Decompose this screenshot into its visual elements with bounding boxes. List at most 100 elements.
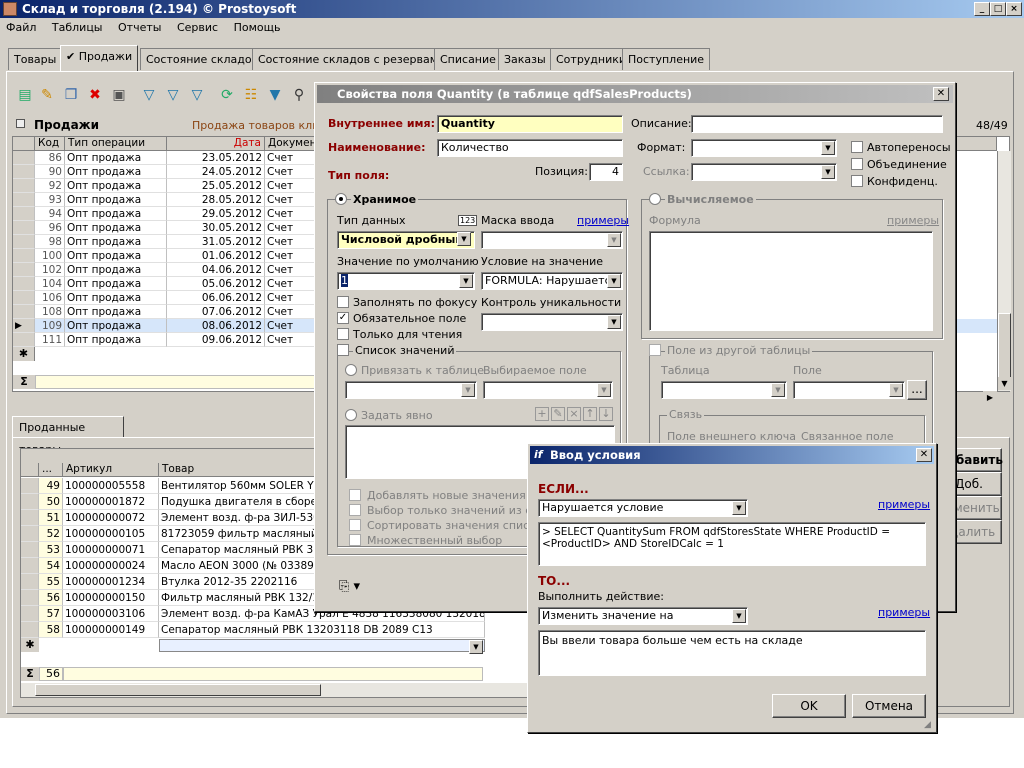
message-textarea[interactable]: Вы ввели товара больше чем есть на склад…: [538, 630, 926, 676]
cell-date[interactable]: 01.06.2012: [167, 249, 265, 263]
cell-date[interactable]: 07.06.2012: [167, 305, 265, 319]
cell-date[interactable]: 05.06.2012: [167, 277, 265, 291]
cell-article[interactable]: 100000003106: [63, 606, 159, 622]
cell-article[interactable]: 100000000150: [63, 590, 159, 606]
bind-table-select[interactable]: ▼: [345, 381, 477, 399]
move-down-icon[interactable]: ↓: [599, 407, 613, 421]
if-examples-link[interactable]: примеры: [878, 498, 930, 511]
col-article[interactable]: Артикул: [63, 463, 159, 477]
chevron-down-icon[interactable]: ▼: [821, 141, 835, 155]
cell-document[interactable]: Счет: [265, 249, 315, 263]
computed-radio[interactable]: [649, 193, 661, 205]
clipboard-menu-icon[interactable]: ⎘ ▾: [339, 579, 360, 594]
chevron-down-icon[interactable]: ▼: [469, 640, 483, 654]
cell-code[interactable]: 100: [35, 249, 65, 263]
cell-n[interactable]: 52: [39, 526, 63, 542]
stored-radio[interactable]: [335, 193, 347, 205]
cell-n[interactable]: 51: [39, 510, 63, 526]
funnel-icon[interactable]: ▼: [266, 86, 284, 104]
input-mask-select[interactable]: ▼: [481, 231, 623, 249]
print-icon[interactable]: ▣: [110, 86, 128, 104]
cell-code[interactable]: 94: [35, 207, 65, 221]
required-checkbox[interactable]: ✓: [337, 312, 349, 324]
cell-document[interactable]: Счет: [265, 263, 315, 277]
sql-condition-textarea[interactable]: > SELECT QuantitySum FROM qdfStoresState…: [538, 522, 926, 566]
cell-article[interactable]: 100000000071: [63, 542, 159, 558]
cell-operation-type[interactable]: Опт продажа: [65, 179, 167, 193]
cell-code[interactable]: 86: [35, 151, 65, 165]
cell-date[interactable]: 04.06.2012: [167, 263, 265, 277]
link-select[interactable]: ▼: [691, 163, 837, 181]
cell-code[interactable]: 93: [35, 193, 65, 207]
minimize-button[interactable]: _: [974, 2, 990, 16]
internal-name-field[interactable]: Quantity: [437, 115, 623, 133]
add-item-icon[interactable]: +: [535, 407, 549, 421]
cell-operation-type[interactable]: Опт продажа: [65, 193, 167, 207]
auto-wrap-checkbox[interactable]: [851, 141, 863, 153]
close-window-button[interactable]: ×: [1006, 2, 1022, 16]
cell-code[interactable]: 98: [35, 235, 65, 249]
tab-employees[interactable]: Сотрудники: [550, 48, 633, 70]
col-document[interactable]: Докумен: [265, 137, 315, 151]
cell-operation-type[interactable]: Опт продажа: [65, 207, 167, 221]
chevron-down-icon[interactable]: ▼: [607, 274, 621, 288]
col-code[interactable]: Код: [35, 137, 65, 151]
sold-hscrollbar[interactable]: [21, 683, 541, 697]
cell-code[interactable]: 96: [35, 221, 65, 235]
sold-scroll-thumb[interactable]: [35, 684, 321, 696]
tab-sold-products[interactable]: Проданные товары: [12, 416, 124, 456]
cell-article[interactable]: 100000001234: [63, 574, 159, 590]
add-new-values-checkbox[interactable]: [349, 489, 361, 501]
cell-date[interactable]: 06.06.2012: [167, 291, 265, 305]
cell-article[interactable]: 100000000105: [63, 526, 159, 542]
chevron-down-icon[interactable]: ▼: [607, 315, 621, 329]
cell-date[interactable]: 09.06.2012: [167, 333, 265, 347]
cell-article[interactable]: 100000000149: [63, 622, 159, 638]
cell-date[interactable]: 28.05.2012: [167, 193, 265, 207]
multi-select-checkbox[interactable]: [349, 534, 361, 546]
col-date[interactable]: Дата: [167, 137, 265, 151]
cell-n[interactable]: 50: [39, 494, 63, 510]
cell-operation-type[interactable]: Опт продажа: [65, 305, 167, 319]
cell-n[interactable]: 57: [39, 606, 63, 622]
cell-operation-type[interactable]: Опт продажа: [65, 263, 167, 277]
cell-operation-type[interactable]: Опт продажа: [65, 249, 167, 263]
sort-values-checkbox[interactable]: [349, 519, 361, 531]
tab-sales[interactable]: ✔ Продажи: [60, 45, 139, 71]
tab-products[interactable]: Товары: [8, 48, 63, 70]
scroll-right-arrow[interactable]: ▶: [983, 391, 997, 405]
cell-article[interactable]: 100000000072: [63, 510, 159, 526]
resize-grip-icon[interactable]: ◢: [924, 720, 931, 730]
cell-document[interactable]: Счет: [265, 277, 315, 291]
value-list-checkbox[interactable]: [337, 344, 349, 356]
cell-operation-type[interactable]: Опт продажа: [65, 221, 167, 235]
cell-operation-type[interactable]: Опт продажа: [65, 165, 167, 179]
other-field-select[interactable]: ▼: [793, 381, 905, 399]
merge-checkbox[interactable]: [851, 158, 863, 170]
formula-textarea[interactable]: [649, 231, 933, 331]
cell-n[interactable]: 58: [39, 622, 63, 638]
sold-new-row-product[interactable]: ▼: [159, 639, 485, 654]
chevron-down-icon[interactable]: ▼: [732, 501, 746, 515]
cell-code[interactable]: 90: [35, 165, 65, 179]
tree-icon[interactable]: ☷: [242, 86, 260, 104]
default-value-field[interactable]: 1 ▼: [337, 272, 475, 290]
then-examples-link[interactable]: примеры: [878, 606, 930, 619]
cell-article[interactable]: 100000000024: [63, 558, 159, 574]
cell-document[interactable]: Счет: [265, 193, 315, 207]
chevron-down-icon[interactable]: ▼: [821, 165, 835, 179]
cell-document[interactable]: Счет: [265, 165, 315, 179]
position-field[interactable]: 4: [589, 163, 623, 181]
cancel-button[interactable]: Отмена: [852, 694, 926, 718]
tab-stock-reserves[interactable]: Состояние складов с резервами: [252, 48, 452, 70]
delete-icon[interactable]: ✖: [86, 86, 104, 104]
col-n[interactable]: ...: [39, 463, 63, 477]
cell-code[interactable]: 104: [35, 277, 65, 291]
tab-stock-state[interactable]: Состояние складов: [140, 48, 265, 70]
cell-date[interactable]: 29.05.2012: [167, 207, 265, 221]
cell-operation-type[interactable]: Опт продажа: [65, 277, 167, 291]
action-select[interactable]: Изменить значение на ▼: [538, 607, 748, 625]
maximize-button[interactable]: □: [990, 2, 1006, 16]
set-explicit-radio[interactable]: [345, 409, 357, 421]
bind-table-radio[interactable]: [345, 364, 357, 376]
